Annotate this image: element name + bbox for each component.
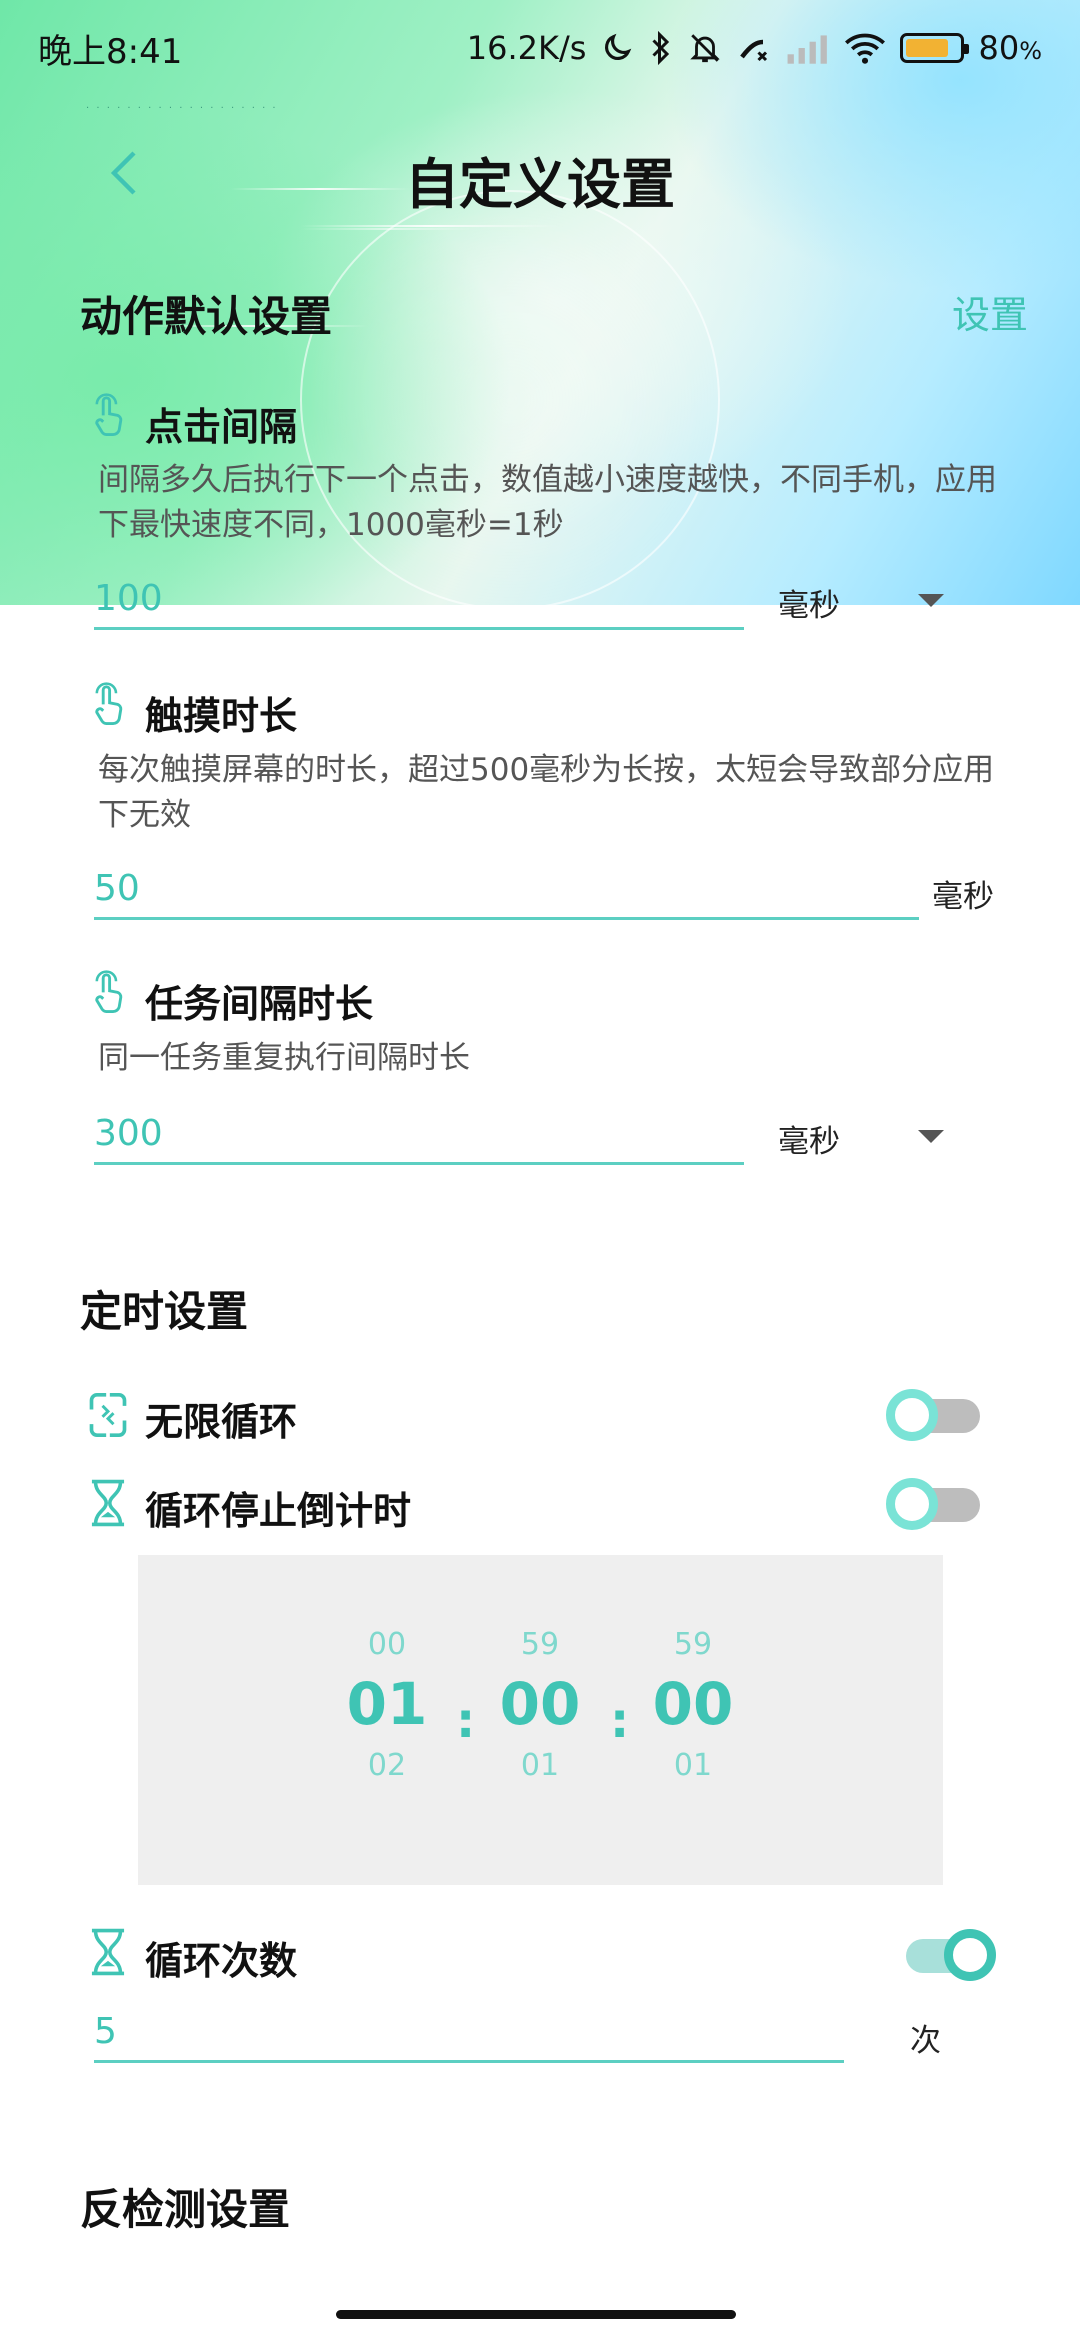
- loop-count-label: 循环次数: [145, 1939, 298, 1983]
- bell-off-icon: [690, 34, 721, 63]
- tap-interval-value: 100: [94, 578, 163, 619]
- tap-hand-icon: [95, 970, 123, 1014]
- task-interval-value: 300: [94, 1113, 163, 1154]
- battery-percent: 80%: [978, 29, 1042, 67]
- touch-duration-input[interactable]: 50: [94, 860, 919, 920]
- tap-hand-icon: [95, 393, 123, 437]
- item-desc-touch-duration: 每次触摸屏幕的时长，超过500毫秒为长按，太短会导致部分应用下无效: [98, 752, 995, 833]
- tap-hand-icon: [95, 682, 123, 726]
- countdown-label: 循环停止倒计时: [145, 1489, 412, 1533]
- missed-call-icon: [740, 39, 768, 62]
- wifi-icon: [845, 33, 886, 64]
- section-title-anti-detection: 反检测设置: [80, 2185, 291, 2234]
- status-icons: 16.2K/s 80%: [467, 29, 1042, 67]
- hours-column[interactable]: 00 01 02: [327, 1627, 447, 1783]
- loop-icon: [89, 1393, 127, 1437]
- item-title-touch-duration: 触摸时长: [145, 694, 298, 738]
- battery-icon: [900, 33, 970, 63]
- section-title-actions: 动作默认设置: [80, 292, 333, 341]
- moon-icon: [605, 33, 632, 60]
- home-indicator[interactable]: [336, 2310, 736, 2319]
- tap-interval-input[interactable]: 100: [94, 570, 744, 630]
- settings-page: 晚上8:41 16.2K/s 80% · · · · · · · · · · ·…: [0, 0, 1080, 2340]
- seconds-next: 01: [673, 1748, 713, 1783]
- page-title: 自定义设置: [405, 153, 675, 216]
- task-interval-unit[interactable]: 毫秒: [778, 1116, 840, 1161]
- touch-duration-unit: 毫秒: [932, 879, 994, 915]
- time-separator: :: [610, 1693, 630, 1749]
- loop-count-value: 5: [94, 2011, 117, 2052]
- decorative-line: [300, 225, 560, 227]
- bluetooth-icon: [652, 30, 670, 66]
- signal-icon: [788, 35, 828, 64]
- hourglass-icon: [91, 1479, 125, 1527]
- seconds-current: 00: [652, 1670, 734, 1738]
- decorative-microtext: · · · · · · · · · · · · · · · · · · ·: [86, 103, 278, 114]
- tap-interval-unit-dropdown-icon[interactable]: [918, 594, 944, 607]
- item-title-task-interval: 任务间隔时长: [145, 982, 374, 1026]
- status-time: 晚上8:41: [38, 31, 183, 72]
- network-speed: 16.2K/s: [466, 29, 587, 67]
- task-interval-input[interactable]: 300: [94, 1105, 744, 1165]
- tap-interval-unit[interactable]: 毫秒: [778, 580, 840, 625]
- item-title-tap-interval: 点击间隔: [145, 405, 298, 449]
- status-bar: 晚上8:41 16.2K/s 80%: [0, 0, 1080, 96]
- minutes-next: 01: [520, 1748, 560, 1783]
- seconds-column[interactable]: 59 00 01: [633, 1627, 753, 1783]
- section-title-timer: 定时设置: [80, 1287, 249, 1336]
- seconds-prev: 59: [673, 1627, 713, 1662]
- hourglass-icon: [91, 1928, 125, 1976]
- infinite-loop-label: 无限循环: [145, 1400, 298, 1444]
- hours-prev: 00: [367, 1627, 407, 1662]
- minutes-column[interactable]: 59 00 01: [480, 1627, 600, 1783]
- time-separator: :: [456, 1693, 476, 1749]
- decorative-line: [300, 228, 480, 230]
- task-interval-unit-dropdown-icon[interactable]: [918, 1130, 944, 1143]
- hours-current: 01: [346, 1670, 428, 1738]
- loop-count-unit: 次: [910, 2023, 941, 2059]
- settings-link[interactable]: 设置: [952, 284, 1028, 339]
- time-picker[interactable]: 00 01 02 : 59 00 01 : 59 00 01: [138, 1555, 943, 1885]
- hours-next: 02: [367, 1748, 407, 1783]
- infinite-loop-toggle[interactable]: [886, 1383, 986, 1443]
- item-desc-task-interval: 同一任务重复执行间隔时长: [98, 1040, 470, 1076]
- touch-duration-value: 50: [94, 868, 140, 909]
- minutes-current: 00: [499, 1670, 581, 1738]
- countdown-toggle[interactable]: [886, 1472, 986, 1532]
- minutes-prev: 59: [520, 1627, 560, 1662]
- loop-count-input[interactable]: 5: [94, 2003, 844, 2063]
- loop-count-toggle[interactable]: [896, 1923, 996, 1983]
- item-desc-tap-interval: 间隔多久后执行下一个点击，数值越小速度越快，不同手机，应用下最快速度不同，100…: [98, 462, 997, 543]
